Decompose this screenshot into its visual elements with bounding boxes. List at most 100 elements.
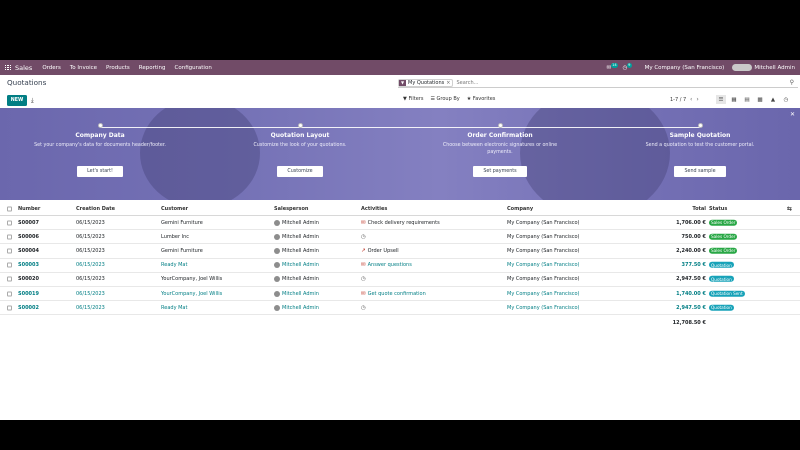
next-page-icon[interactable]: ›: [696, 96, 698, 103]
status-badge: Quotation Sent: [709, 290, 745, 297]
table-row[interactable]: S00007 06/15/2023 Gemini Furniture Mitchell…: [0, 216, 800, 231]
onboarding-banner: ✕ Company Data Set your company's data f…: [0, 108, 800, 200]
activity[interactable]: ✉ Answer questions: [361, 262, 412, 268]
header-salesperson[interactable]: Salesperson: [274, 206, 308, 212]
header-creation-date[interactable]: Creation Date: [76, 206, 115, 212]
email-icon[interactable]: ✉: [361, 220, 366, 226]
send-sample-button[interactable]: Send sample: [674, 166, 726, 177]
menu-reporting[interactable]: Reporting: [139, 65, 166, 71]
header-status[interactable]: Status: [709, 206, 727, 212]
user-name: Mitchell Admin: [754, 64, 795, 71]
grand-total: 12,708.50 €: [672, 319, 706, 326]
header-customer[interactable]: Customer: [161, 206, 188, 212]
menu-to-invoice[interactable]: To Invoice: [70, 65, 97, 71]
row-checkbox[interactable]: [7, 276, 12, 282]
activities-button[interactable]: ◷ 9: [623, 63, 632, 71]
customize-button[interactable]: Customize: [277, 166, 323, 177]
new-button[interactable]: NEW: [7, 95, 27, 106]
row-checkbox[interactable]: [7, 220, 12, 226]
step-description: Choose between electronic signatures or …: [442, 143, 558, 155]
remove-facet-icon[interactable]: ×: [446, 80, 452, 86]
email-icon[interactable]: ✉: [361, 291, 366, 297]
row-checkbox[interactable]: [7, 234, 12, 240]
header-company[interactable]: Company: [507, 206, 533, 212]
filters-button[interactable]: ▼ Filters: [403, 96, 423, 102]
set-payments-button[interactable]: Set payments: [473, 166, 527, 177]
salesperson-name: Mitchell Admin: [282, 262, 319, 269]
row-checkbox[interactable]: [7, 291, 12, 297]
search-facet: ▼ My Quotations ×: [398, 78, 454, 87]
row-checkbox[interactable]: [7, 262, 12, 268]
close-icon[interactable]: ✕: [790, 111, 795, 118]
filter-icon: ▼: [399, 79, 406, 86]
menu-products[interactable]: Products: [106, 65, 130, 71]
quotations-table: Number Creation Date Customer Salesperso…: [0, 203, 800, 330]
table-row[interactable]: S00003 06/15/2023 Ready Mat Mitchell Admin ✉…: [0, 259, 800, 273]
activity[interactable]: ✉ Check delivery requirements: [361, 220, 440, 226]
table-row[interactable]: S00006 06/15/2023 Lumber Inc Mitchell Admin…: [0, 230, 800, 245]
search-icon[interactable]: ⚲: [790, 79, 794, 86]
pager-value[interactable]: 1-7 / 7: [670, 97, 686, 103]
activity-view-icon[interactable]: ◷: [781, 95, 791, 104]
status-cell: Sales Order: [709, 233, 738, 241]
filters-label: Filters: [408, 96, 424, 102]
email-icon[interactable]: ✉: [361, 262, 366, 268]
optional-columns-icon[interactable]: ⇆: [787, 206, 792, 213]
order-total: 750.00 €: [681, 233, 706, 240]
creation-date: 06/15/2023: [76, 304, 105, 311]
user-menu[interactable]: Mitchell Admin: [732, 64, 795, 71]
company-switcher[interactable]: My Company (San Francisco): [645, 65, 725, 71]
table-row[interactable]: S00004 06/15/2023 Gemini Furniture Mitchell…: [0, 244, 800, 259]
customer-name: Gemini Furniture: [161, 247, 203, 254]
favorites-label: Favorites: [472, 96, 496, 102]
list-view-icon[interactable]: ☰: [716, 95, 726, 104]
activity[interactable]: ↗ Order Upsell: [361, 248, 399, 254]
table-row[interactable]: S00002 06/15/2023 Ready Mat Mitchell Admin ◷…: [0, 301, 800, 316]
odoo-app: Sales Orders To Invoice Products Reporti…: [0, 60, 800, 420]
status-cell: Quotation Sent: [709, 290, 745, 297]
favorites-button[interactable]: ★ Favorites: [467, 96, 496, 102]
pivot-view-icon[interactable]: ▩: [755, 95, 765, 104]
menu-configuration[interactable]: Configuration: [175, 65, 212, 71]
app-brand[interactable]: Sales: [15, 64, 32, 72]
salesperson: Mitchell Admin: [274, 233, 319, 240]
lets-start-button[interactable]: Let's start!: [77, 166, 123, 177]
table-row[interactable]: S00019 06/15/2023 YourCompany, Joel Willis…: [0, 287, 800, 302]
activity[interactable]: ◷: [361, 234, 368, 240]
clock-icon[interactable]: ◷: [361, 305, 366, 311]
download-icon[interactable]: ⤓: [31, 97, 34, 105]
header-total[interactable]: Total: [692, 206, 706, 212]
chart-icon[interactable]: ↗: [361, 248, 366, 254]
activity[interactable]: ◷: [361, 305, 368, 311]
row-checkbox[interactable]: [7, 248, 12, 254]
header-number[interactable]: Number: [18, 206, 40, 212]
company-name: My Company (San Francisco): [507, 304, 580, 311]
menu-orders[interactable]: Orders: [42, 65, 61, 71]
kanban-view-icon[interactable]: ▦: [729, 95, 739, 104]
salesperson-name: Mitchell Admin: [282, 247, 319, 254]
select-all-checkbox[interactable]: [7, 206, 12, 212]
step-dot: [697, 123, 703, 128]
row-checkbox[interactable]: [7, 305, 12, 311]
creation-date: 06/15/2023: [76, 219, 105, 226]
header-activities[interactable]: Activities: [361, 206, 387, 212]
table-row[interactable]: S00020 06/15/2023 YourCompany, Joel Willis…: [0, 273, 800, 287]
prev-page-icon[interactable]: ‹: [690, 96, 692, 103]
activity[interactable]: ✉ Get quote confirmation: [361, 291, 426, 297]
search-input[interactable]: Search...: [456, 80, 478, 86]
groupby-button[interactable]: ☰ Group By: [430, 96, 459, 102]
salesperson: Mitchell Admin: [274, 219, 319, 226]
creation-date: 06/15/2023: [76, 276, 105, 283]
activity[interactable]: ◷: [361, 276, 368, 282]
clock-icon[interactable]: ◷: [361, 276, 366, 282]
table-footer: 12,708.50 €: [0, 315, 800, 330]
graph-view-icon[interactable]: ▲: [768, 95, 778, 104]
status-cell: Quotation: [709, 304, 734, 311]
company-name: My Company (San Francisco): [507, 290, 580, 297]
messages-button[interactable]: ✉ 14: [607, 63, 619, 71]
clock-icon[interactable]: ◷: [361, 234, 366, 240]
calendar-view-icon[interactable]: ▤: [742, 95, 752, 104]
order-number: S00020: [18, 276, 39, 283]
apps-menu-icon[interactable]: [5, 64, 11, 71]
step-description: Set your company's data for documents he…: [34, 143, 166, 148]
